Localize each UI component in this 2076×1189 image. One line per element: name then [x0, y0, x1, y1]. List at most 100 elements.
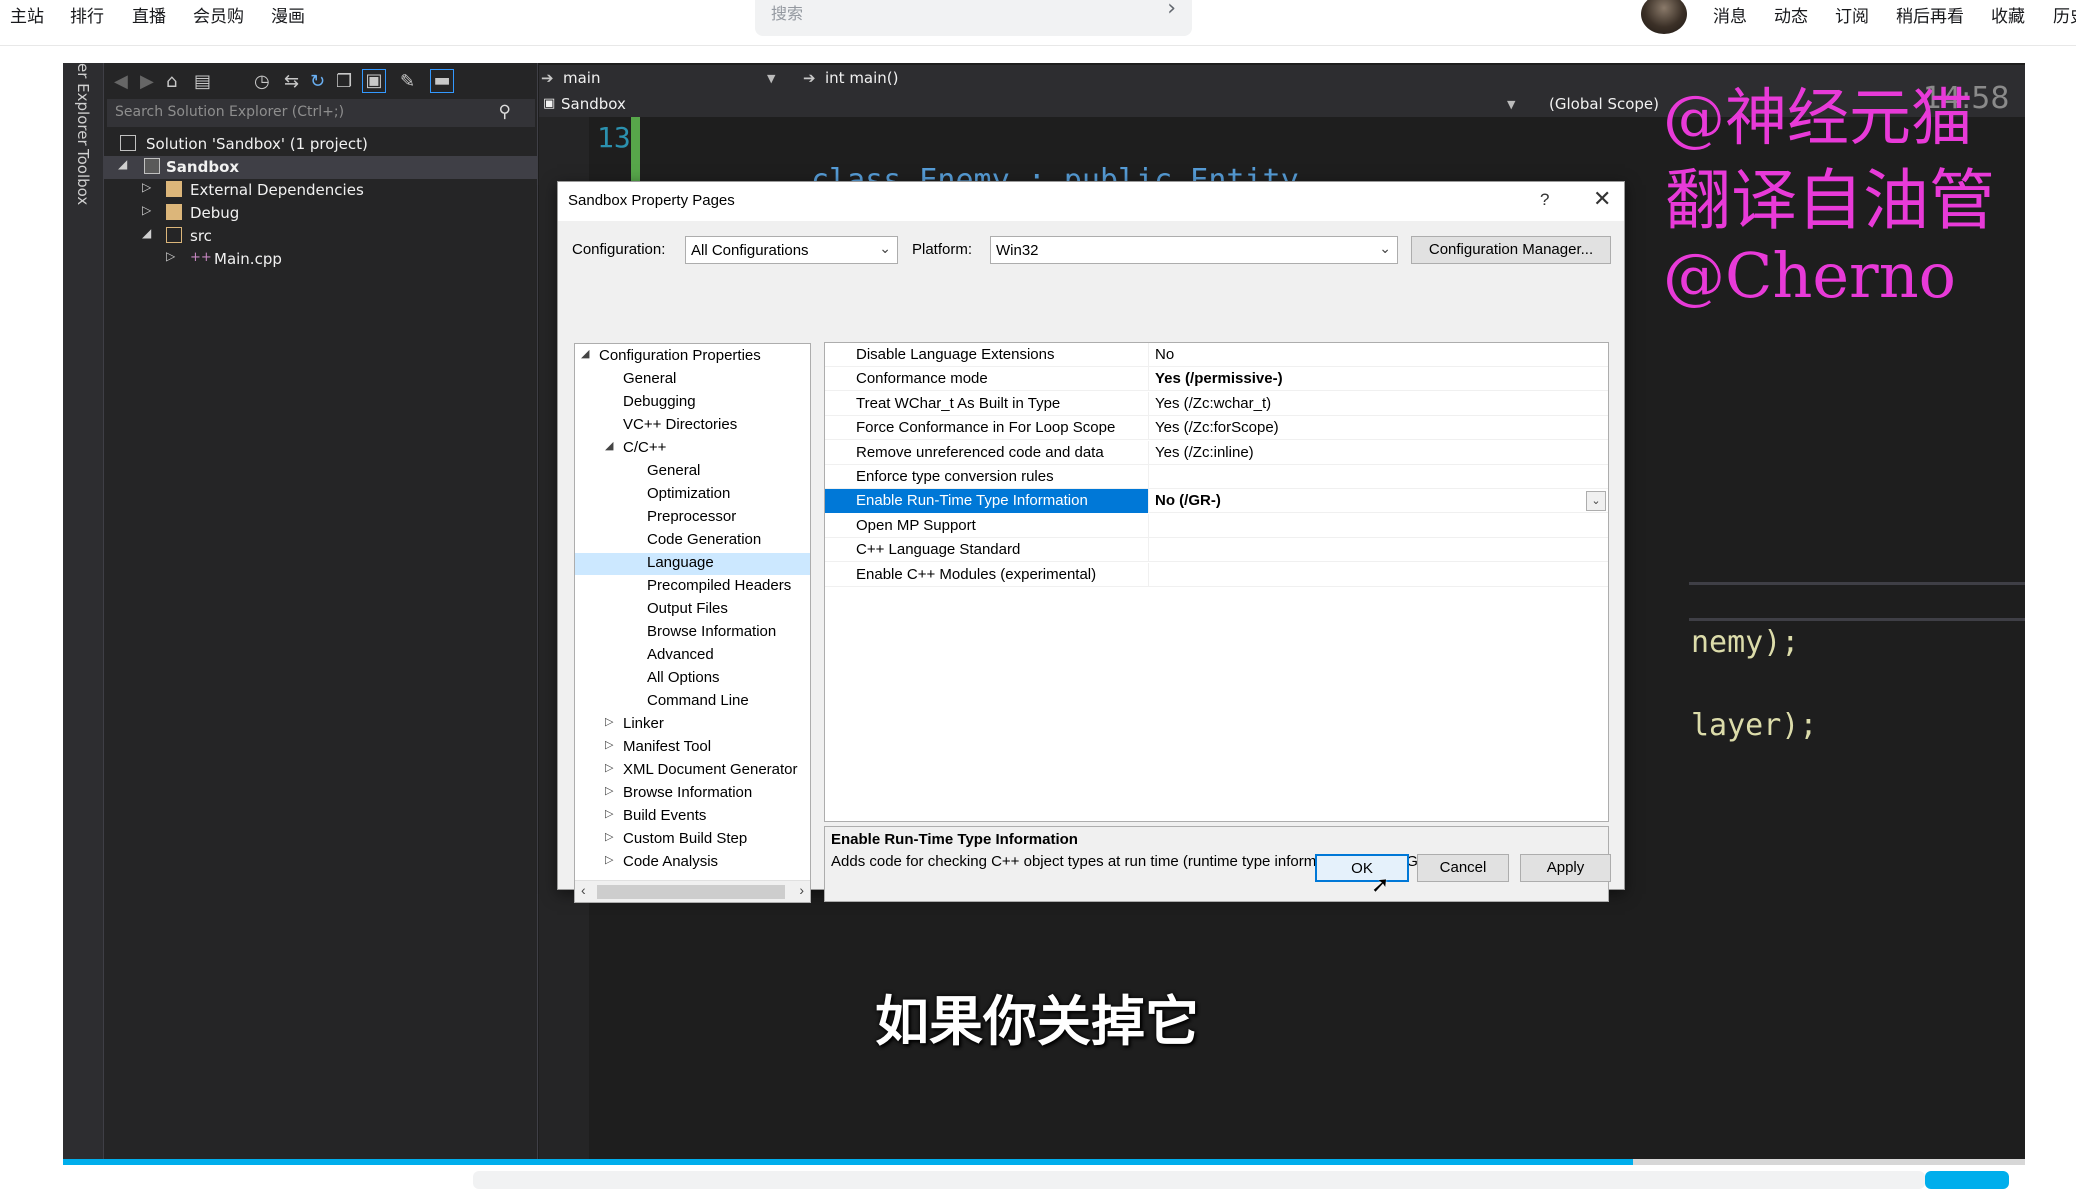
nav-ranking[interactable]: 排行: [70, 2, 104, 27]
tree-external-deps[interactable]: ▷ External Dependencies: [104, 179, 537, 202]
danmaku-input[interactable]: [473, 1171, 1925, 1189]
property-row[interactable]: Enable Run-Time Type Information No (/GR-…: [825, 489, 1608, 514]
nav-messages[interactable]: 消息: [1713, 2, 1747, 27]
config-tree-item[interactable]: Optimization: [575, 484, 810, 506]
config-tree-item[interactable]: Command Line: [575, 691, 810, 713]
apply-button[interactable]: Apply: [1520, 854, 1611, 882]
config-tree-item[interactable]: General: [575, 461, 810, 483]
config-tree-item[interactable]: ◢ Configuration Properties: [575, 346, 810, 368]
config-tree-item[interactable]: ▷ Code Analysis: [575, 852, 810, 874]
configuration-manager-button[interactable]: Configuration Manager...: [1411, 236, 1611, 264]
expanded-icon[interactable]: ◢: [581, 347, 589, 360]
platform-select[interactable]: Win32 ⌄: [990, 236, 1398, 264]
scroll-left-icon[interactable]: ‹: [581, 882, 586, 898]
config-tree-item[interactable]: ◢ C/C++: [575, 438, 810, 460]
nav-history[interactable]: 历史: [2053, 2, 2076, 27]
expanded-icon[interactable]: ◢: [142, 226, 151, 240]
nav-shop[interactable]: 会员购: [193, 2, 244, 27]
config-tree-item[interactable]: ▷ XML Document Generator: [575, 760, 810, 782]
nav-scope[interactable]: (Global Scope): [1549, 95, 1659, 113]
forward-icon[interactable]: ▶: [140, 71, 154, 92]
collapsed-icon[interactable]: ▷: [605, 830, 613, 843]
tab-toolbox[interactable]: Toolbox: [74, 149, 92, 205]
sync-icon[interactable]: ⇆: [284, 71, 299, 92]
property-row[interactable]: Remove unreferenced code and data Yes (/Z…: [825, 440, 1608, 465]
nav-manga[interactable]: 漫画: [271, 2, 305, 27]
history-icon[interactable]: ◷: [254, 71, 270, 92]
video-progress-bar[interactable]: [63, 1159, 2025, 1165]
collapsed-icon[interactable]: ▷: [605, 738, 613, 751]
search-icon[interactable]: ⚲: [499, 102, 511, 122]
collapsed-icon[interactable]: ▷: [605, 853, 613, 866]
site-search-input[interactable]: 搜索 ›: [755, 0, 1192, 36]
config-tree-item[interactable]: Debugging: [575, 392, 810, 414]
nav-favorites[interactable]: 收藏: [1991, 2, 2025, 27]
property-row[interactable]: C++ Language Standard: [825, 538, 1608, 563]
expanded-icon[interactable]: ◢: [118, 157, 127, 171]
avatar[interactable]: [1641, 0, 1687, 34]
tree-project[interactable]: ◢ Sandbox: [104, 156, 537, 179]
tree-main-cpp[interactable]: ▷ ++ Main.cpp: [104, 248, 537, 271]
config-tree-item[interactable]: Browse Information: [575, 622, 810, 644]
expanded-icon[interactable]: ◢: [605, 439, 613, 452]
config-tree-item[interactable]: ▷ Build Events: [575, 806, 810, 828]
config-tree-item[interactable]: Output Files: [575, 599, 810, 621]
refresh-icon[interactable]: ↻: [310, 71, 325, 92]
help-button[interactable]: ?: [1540, 190, 1549, 210]
property-row[interactable]: Open MP Support: [825, 513, 1608, 538]
ok-button[interactable]: OK: [1315, 854, 1409, 882]
config-tree-item[interactable]: ▷ Manifest Tool: [575, 737, 810, 759]
tree-src[interactable]: ◢ src: [104, 225, 537, 248]
nav-function-scope[interactable]: main: [563, 69, 600, 87]
config-tree-item[interactable]: VC++ Directories: [575, 415, 810, 437]
property-row[interactable]: Force Conformance in For Loop Scope Yes (…: [825, 416, 1608, 441]
scroll-right-icon[interactable]: ›: [799, 882, 804, 898]
search-go-icon[interactable]: ›: [1167, 0, 1176, 21]
nav-live[interactable]: 直播: [132, 2, 166, 27]
config-tree-item[interactable]: All Options: [575, 668, 810, 690]
tree-solution[interactable]: Solution 'Sandbox' (1 project): [104, 133, 537, 156]
collapsed-icon[interactable]: ▷: [142, 203, 151, 217]
property-row[interactable]: Disable Language Extensions No: [825, 343, 1608, 367]
chevron-down-icon[interactable]: ▼: [1507, 98, 1515, 111]
config-tree-item[interactable]: Language: [575, 553, 810, 575]
chevron-down-icon[interactable]: ⌄: [1586, 491, 1606, 512]
chevron-down-icon[interactable]: ▼: [767, 72, 775, 85]
nav-home[interactable]: 主站: [10, 2, 44, 27]
nav-dynamics[interactable]: 动态: [1774, 2, 1808, 27]
collapse-all-icon[interactable]: ❐: [336, 71, 352, 92]
nav-subscriptions[interactable]: 订阅: [1835, 2, 1869, 27]
tree-debug[interactable]: ▷ Debug: [104, 202, 537, 225]
configuration-select[interactable]: All Configurations ⌄: [685, 236, 898, 264]
collapsed-icon[interactable]: ▷: [166, 249, 175, 263]
config-tree-item[interactable]: General: [575, 369, 810, 391]
close-button[interactable]: ✕: [1593, 186, 1611, 212]
property-row[interactable]: Treat WChar_t As Built in Type Yes (/Zc:w…: [825, 391, 1608, 416]
nav-function-sig[interactable]: int main(): [825, 69, 899, 87]
collapsed-icon[interactable]: ▷: [142, 180, 151, 194]
se-search-input[interactable]: Search Solution Explorer (Ctrl+;) ⚲: [107, 99, 535, 127]
collapsed-icon[interactable]: ▷: [605, 761, 613, 774]
property-row[interactable]: Enforce type conversion rules: [825, 465, 1608, 489]
tree-horizontal-scrollbar[interactable]: ‹ ›: [575, 880, 810, 902]
scroll-thumb[interactable]: [597, 885, 785, 899]
nav-watch-later[interactable]: 稍后再看: [1896, 2, 1964, 27]
property-row[interactable]: Conformance mode Yes (/permissive-): [825, 367, 1608, 392]
config-tree-item[interactable]: Precompiled Headers: [575, 576, 810, 598]
nav-project[interactable]: Sandbox: [561, 95, 626, 113]
property-row[interactable]: Enable C++ Modules (experimental): [825, 562, 1608, 587]
property-value[interactable]: No (/GR-): [1155, 489, 1221, 512]
tab-solution-explorer[interactable]: er Explorer: [74, 63, 92, 146]
config-tree-item[interactable]: ▷ Linker: [575, 714, 810, 736]
send-danmaku-button[interactable]: [1925, 1171, 2009, 1189]
properties-icon[interactable]: ✎: [400, 71, 415, 92]
collapsed-icon[interactable]: ▷: [605, 715, 613, 728]
collapsed-icon[interactable]: ▷: [605, 784, 613, 797]
config-tree-item[interactable]: ▷ Custom Build Step: [575, 829, 810, 851]
cancel-button[interactable]: Cancel: [1417, 854, 1509, 882]
preview-icon[interactable]: ▬: [430, 69, 454, 93]
config-tree-item[interactable]: Advanced: [575, 645, 810, 667]
config-tree-item[interactable]: ▷ Browse Information: [575, 783, 810, 805]
back-icon[interactable]: ◀: [114, 71, 128, 92]
home-icon[interactable]: ⌂: [166, 71, 177, 92]
